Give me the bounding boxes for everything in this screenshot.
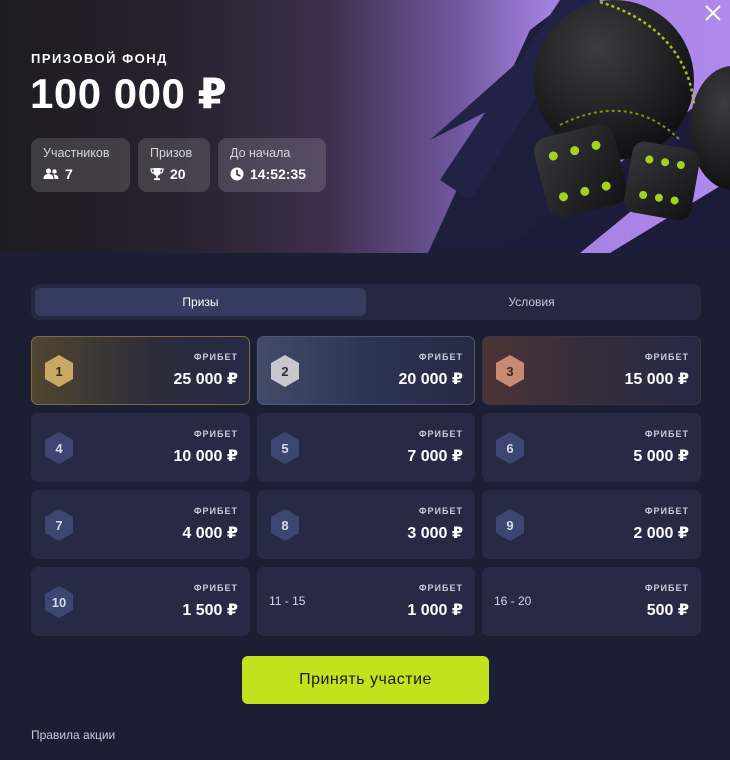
freebet-label: ФРИБЕТ <box>193 429 238 439</box>
prize-card: 5 ФРИБЕТ 7 000 ₽ <box>257 413 475 482</box>
prize-pool-label: ПРИЗОВОЙ ФОНД <box>31 51 168 66</box>
countdown-stat: До начала 14:52:35 <box>218 138 326 192</box>
participants-label: Участников <box>43 146 110 160</box>
clock-icon <box>230 167 244 181</box>
place-badge: 8 <box>269 508 301 542</box>
place-number: 6 <box>506 440 514 456</box>
place-range: 11 - 15 <box>269 594 306 608</box>
close-icon <box>705 5 721 21</box>
place-badge: 4 <box>43 431 75 465</box>
freebet-amount: 2 000 ₽ <box>633 525 689 542</box>
prize-card: 16 - 20 ФРИБЕТ 500 ₽ <box>482 567 701 636</box>
place-badge: 5 <box>269 431 301 465</box>
prize-card: 3 ФРИБЕТ 15 000 ₽ <box>482 336 701 405</box>
freebet-label: ФРИБЕТ <box>644 429 689 439</box>
place-number: 2 <box>281 363 289 379</box>
place-badge: 3 <box>494 354 526 388</box>
prize-card: 4 ФРИБЕТ 10 000 ₽ <box>31 413 250 482</box>
join-button[interactable]: Принять участие <box>242 656 489 704</box>
freebet-amount: 15 000 ₽ <box>624 371 689 388</box>
users-icon <box>43 168 59 179</box>
place-range: 16 - 20 <box>494 594 532 608</box>
prize-card: 6 ФРИБЕТ 5 000 ₽ <box>482 413 701 482</box>
freebet-amount: 7 000 ₽ <box>407 448 463 465</box>
freebet-label: ФРИБЕТ <box>193 583 238 593</box>
freebet-label: ФРИБЕТ <box>644 583 689 593</box>
freebet-label: ФРИБЕТ <box>418 352 463 362</box>
place-badge: 1 <box>43 354 75 388</box>
participants-value: 7 <box>65 166 73 182</box>
countdown-value: 14:52:35 <box>250 166 307 182</box>
place-number: 4 <box>55 440 63 456</box>
place-badge: 2 <box>269 354 301 388</box>
prize-card: 11 - 15 ФРИБЕТ 1 000 ₽ <box>257 567 475 636</box>
freebet-amount: 3 000 ₽ <box>407 525 463 542</box>
place-number: 3 <box>506 363 514 379</box>
freebet-label: ФРИБЕТ <box>644 506 689 516</box>
place-badge: 10 <box>43 585 75 619</box>
freebet-amount: 20 000 ₽ <box>398 371 463 388</box>
participants-stat: Участников 7 <box>31 138 130 192</box>
hero-illustration <box>428 0 730 253</box>
freebet-amount: 4 000 ₽ <box>182 525 238 542</box>
prize-grid: 1 ФРИБЕТ 25 000 ₽ 2 ФРИБЕТ 20 000 ₽ 3 ФРИБЕТ 15 … <box>31 336 701 636</box>
rules-link[interactable]: Правила акции <box>31 728 115 742</box>
freebet-label: ФРИБЕТ <box>418 429 463 439</box>
close-button[interactable] <box>700 0 726 26</box>
freebet-label: ФРИБЕТ <box>418 506 463 516</box>
countdown-label: До начала <box>230 146 291 160</box>
place-number: 8 <box>281 517 289 533</box>
trophy-icon <box>150 168 164 181</box>
freebet-label: ФРИБЕТ <box>418 583 463 593</box>
prize-card: 2 ФРИБЕТ 20 000 ₽ <box>257 336 475 405</box>
tab-conditions[interactable]: Условия <box>366 288 697 316</box>
freebet-label: ФРИБЕТ <box>193 506 238 516</box>
prize-card: 8 ФРИБЕТ 3 000 ₽ <box>257 490 475 559</box>
tab-bar: Призы Условия <box>31 284 701 320</box>
place-number: 1 <box>55 363 63 379</box>
hero-banner: ПРИЗОВОЙ ФОНД 100 000 ₽ Участников 7 При… <box>0 0 730 253</box>
prizes-stat: Призов 20 <box>138 138 210 192</box>
prize-card: 7 ФРИБЕТ 4 000 ₽ <box>31 490 250 559</box>
freebet-amount: 1 500 ₽ <box>182 602 238 619</box>
prize-card: 1 ФРИБЕТ 25 000 ₽ <box>31 336 250 405</box>
place-badge: 6 <box>494 431 526 465</box>
freebet-amount: 500 ₽ <box>646 602 689 619</box>
place-badge: 7 <box>43 508 75 542</box>
prizes-value: 20 <box>170 166 186 182</box>
prize-card: 9 ФРИБЕТ 2 000 ₽ <box>482 490 701 559</box>
freebet-amount: 1 000 ₽ <box>407 602 463 619</box>
place-number: 5 <box>281 440 289 456</box>
prize-pool-amount: 100 000 ₽ <box>30 70 228 117</box>
freebet-label: ФРИБЕТ <box>644 352 689 362</box>
place-badge: 9 <box>494 508 526 542</box>
freebet-amount: 5 000 ₽ <box>633 448 689 465</box>
place-number: 10 <box>51 594 67 610</box>
freebet-amount: 25 000 ₽ <box>173 371 238 388</box>
freebet-amount: 10 000 ₽ <box>173 448 238 465</box>
prizes-label: Призов <box>150 146 193 160</box>
freebet-label: ФРИБЕТ <box>193 352 238 362</box>
place-number: 7 <box>55 517 63 533</box>
prize-card: 10 ФРИБЕТ 1 500 ₽ <box>31 567 250 636</box>
place-number: 9 <box>506 517 514 533</box>
tab-prizes[interactable]: Призы <box>35 288 366 316</box>
